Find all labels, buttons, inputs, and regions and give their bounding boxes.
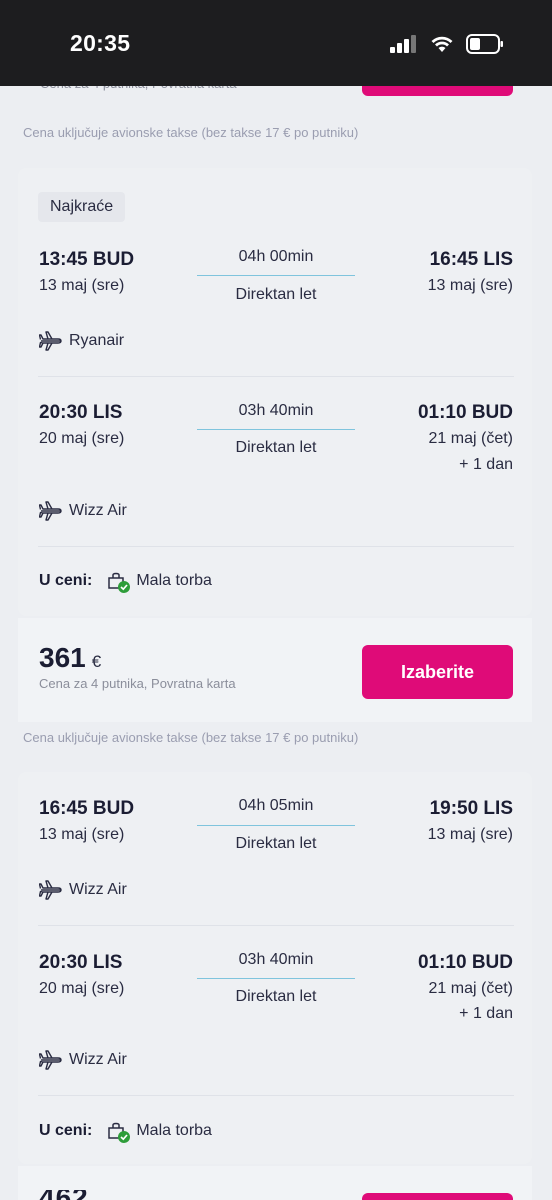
airline-name: Wizz Air — [69, 502, 127, 519]
flight-duration: 03h 40min — [238, 951, 314, 968]
arrival-time: 01:10 BUD — [417, 402, 513, 423]
airline-row: Wizz Air — [39, 1049, 127, 1071]
included-row: U ceni: Mala torba — [39, 1120, 212, 1143]
divider — [38, 546, 514, 547]
airline-name: Wizz Air — [69, 1051, 127, 1068]
select-button[interactable]: Izaberite — [362, 645, 513, 699]
divider — [38, 1095, 514, 1096]
duration-line — [197, 429, 355, 430]
arrival-date: 13 maj (sre) — [427, 826, 513, 843]
status-time: 20:35 — [70, 30, 131, 56]
departure-time: 20:30 LIS — [39, 402, 123, 423]
shortest-tag: Najkraće — [38, 192, 126, 222]
next-day-label: + 1 dan — [459, 456, 513, 473]
departure-time: 13:45 BUD — [39, 249, 135, 270]
flight-offer-card — [18, 168, 532, 616]
price-value-partial: 462 — [39, 1190, 89, 1200]
stops-label: Direktan let — [235, 286, 317, 303]
next-day-label: + 1 dan — [459, 1005, 513, 1022]
included-label: U ceni: — [39, 572, 93, 589]
divider — [38, 925, 514, 926]
included-label: U ceni: — [39, 1122, 93, 1139]
price-block: 361 € Cena za 4 putnika, Povratna karta — [39, 642, 236, 691]
status-bar: 20:35 — [0, 0, 552, 86]
flight-duration: 03h 40min — [238, 402, 314, 419]
status-icons — [390, 34, 504, 54]
price-value: 462 — [39, 1190, 89, 1200]
arrival-date: 21 maj (čet) — [428, 430, 513, 447]
included-item: Mala torba — [136, 1122, 212, 1139]
arrival-time: 01:10 BUD — [417, 952, 513, 973]
price-value: 361 — [39, 642, 86, 673]
included-row: U ceni: Mala torba — [39, 570, 212, 593]
bag-check-icon — [106, 570, 132, 593]
wifi-icon — [431, 36, 453, 52]
select-button[interactable] — [362, 1193, 513, 1200]
flight-duration: 04h 05min — [238, 797, 314, 814]
airline-name: Wizz Air — [69, 881, 127, 898]
flight-duration: 04h 00min — [238, 248, 314, 265]
airplane-icon — [39, 331, 62, 351]
departure-time: 20:30 LIS — [39, 952, 123, 973]
arrival-date: 21 maj (čet) — [428, 980, 513, 997]
price-currency: € — [91, 652, 102, 671]
airplane-icon — [39, 501, 62, 521]
tax-note: Cena uključuje avionske takse (bez takse… — [23, 730, 359, 745]
stops-label: Direktan let — [235, 835, 317, 852]
airline-row: Wizz Air — [39, 879, 127, 901]
duration-line — [197, 275, 355, 276]
bag-check-icon — [106, 1120, 132, 1143]
departure-time: 16:45 BUD — [39, 798, 135, 819]
airplane-icon — [39, 1050, 62, 1070]
departure-date: 20 maj (sre) — [39, 430, 125, 447]
departure-date: 13 maj (sre) — [39, 826, 125, 843]
departure-date: 20 maj (sre) — [39, 980, 125, 997]
arrival-date: 13 maj (sre) — [427, 277, 513, 294]
battery-icon — [466, 34, 503, 54]
duration-line — [197, 825, 355, 826]
airline-row: Ryanair — [39, 330, 124, 352]
price-note: Cena za 4 putnika, Povratna karta — [39, 676, 236, 691]
arrival-time: 16:45 LIS — [429, 249, 513, 270]
cellular-signal-icon — [390, 35, 416, 53]
duration-line — [197, 978, 355, 979]
stops-label: Direktan let — [235, 988, 317, 1005]
airplane-icon — [39, 880, 62, 900]
arrival-time: 19:50 LIS — [429, 798, 513, 819]
departure-date: 13 maj (sre) — [39, 277, 125, 294]
airline-row: Wizz Air — [39, 500, 127, 522]
tax-note: Cena uključuje avionske takse (bez takse… — [23, 125, 359, 140]
airline-name: Ryanair — [69, 332, 125, 349]
stops-label: Direktan let — [235, 439, 317, 456]
divider — [38, 376, 514, 377]
included-item: Mala torba — [136, 572, 212, 589]
